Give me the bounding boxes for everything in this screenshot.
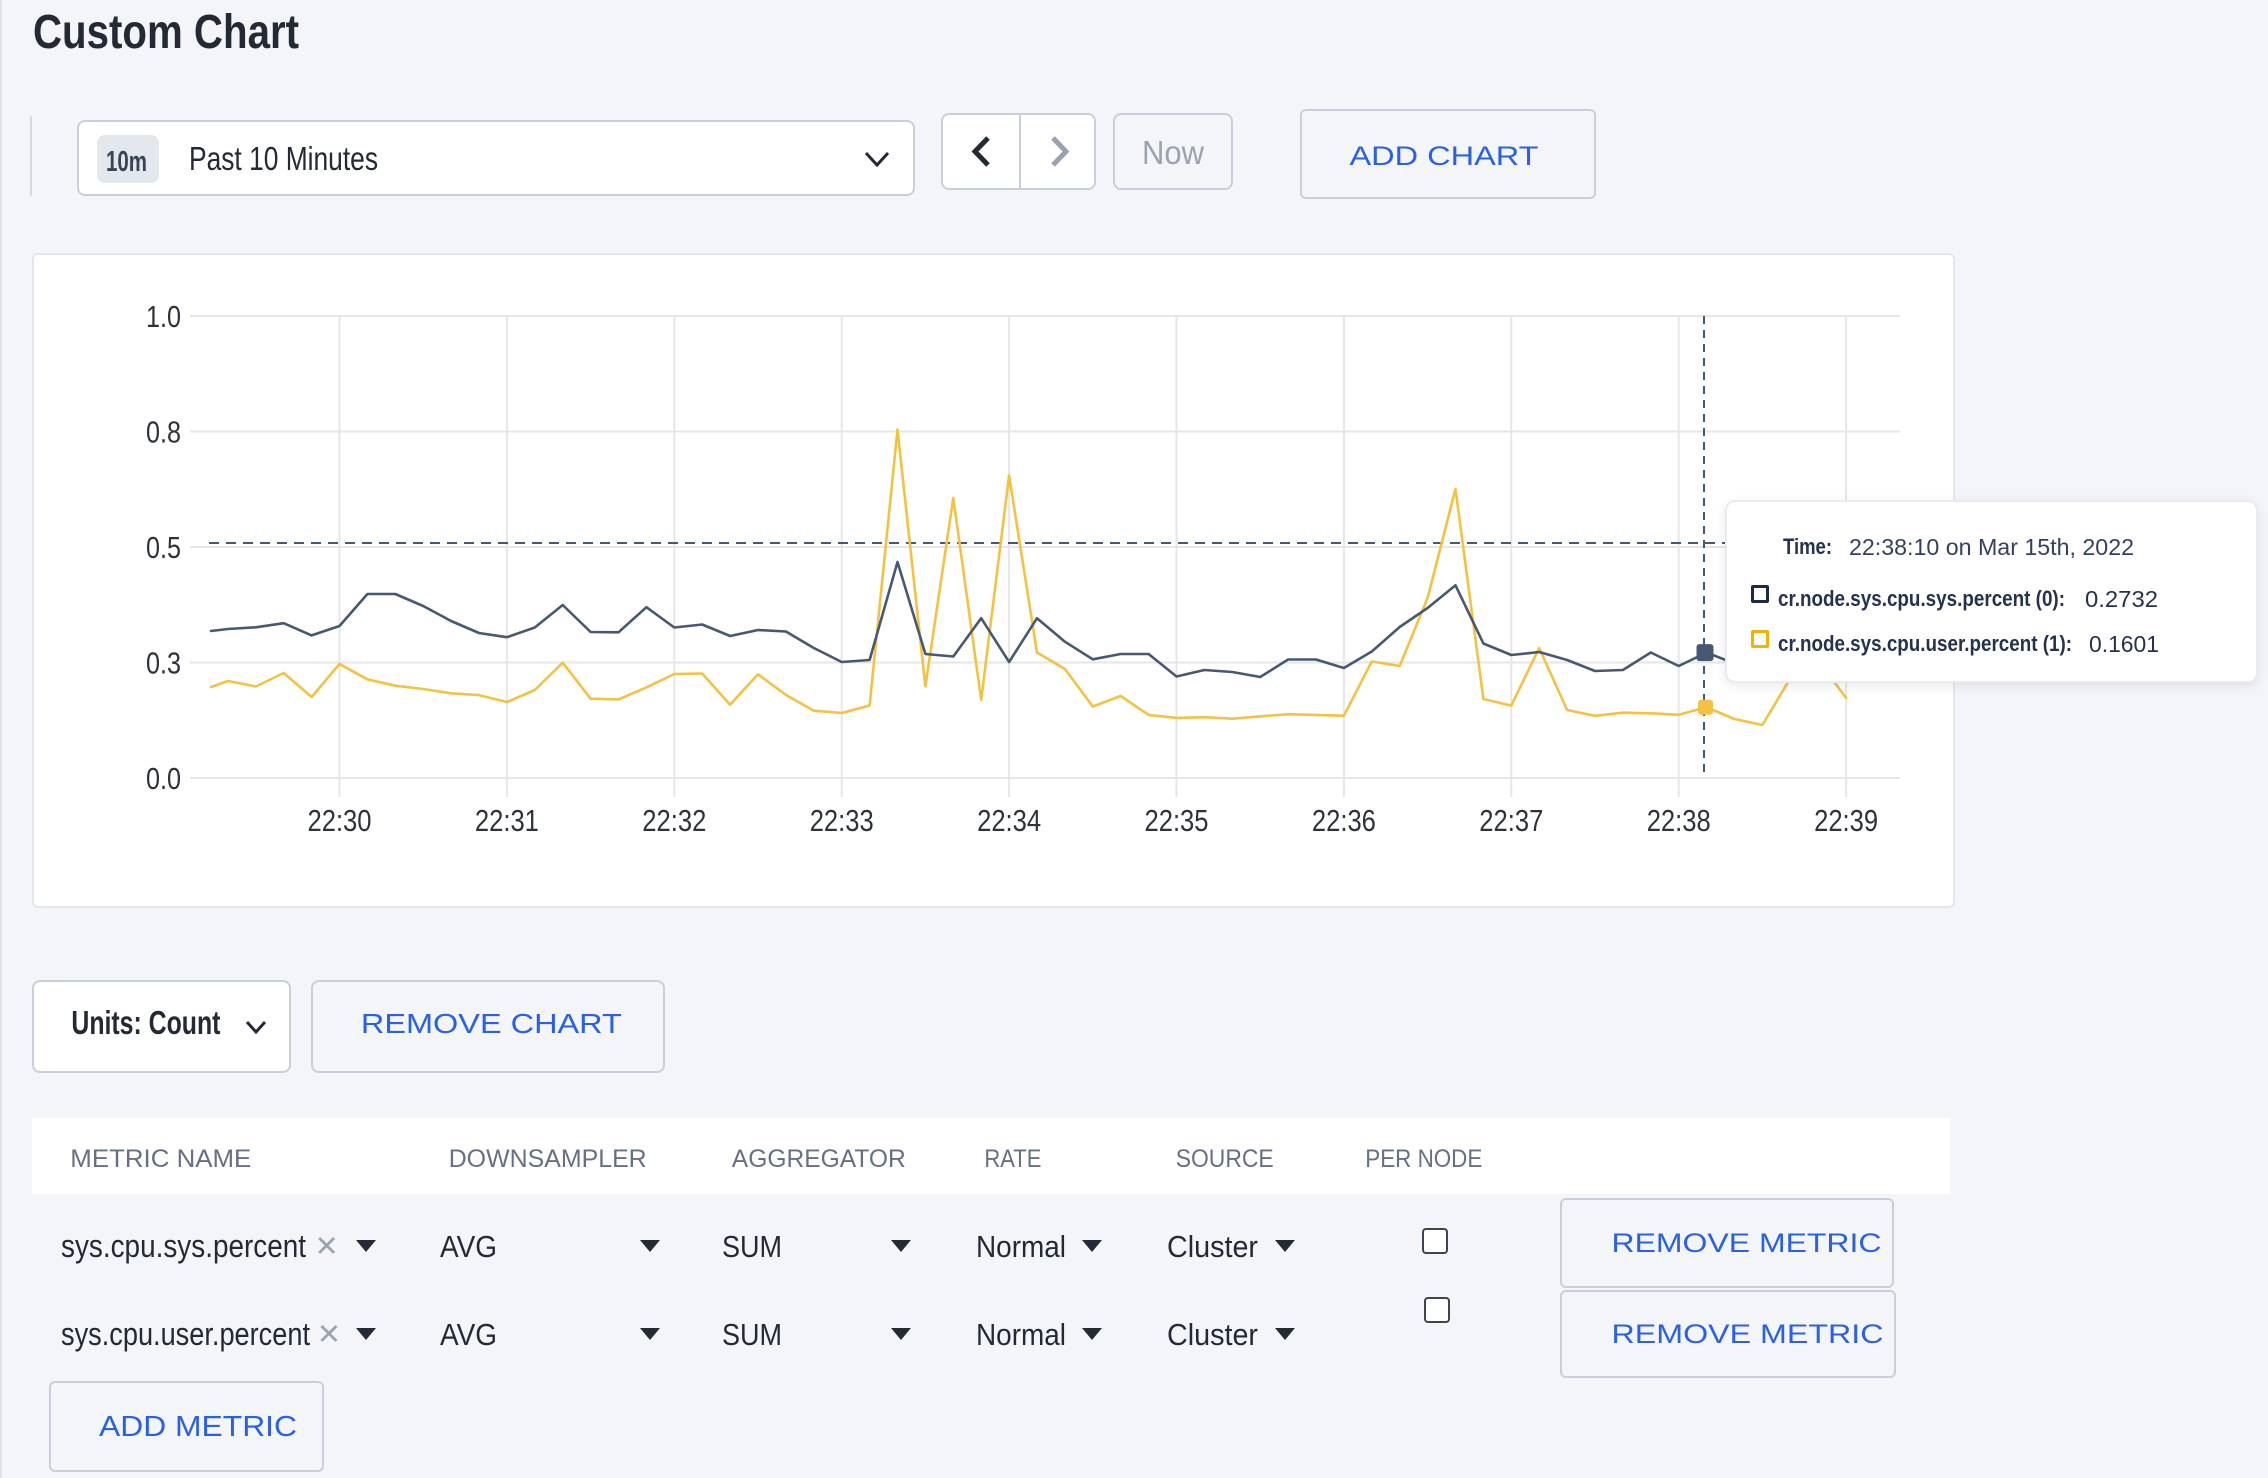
svg-text:22:35: 22:35 — [1145, 803, 1209, 838]
svg-text:sys.cpu.user.percent: sys.cpu.user.percent — [61, 1316, 310, 1352]
svg-text:1.0: 1.0 — [146, 299, 181, 334]
svg-text:0.0: 0.0 — [146, 761, 181, 796]
svg-text:AVG: AVG — [440, 1317, 497, 1352]
svg-text:0.3: 0.3 — [146, 646, 181, 681]
svg-text:Normal: Normal — [976, 1229, 1066, 1264]
svg-text:0.5: 0.5 — [146, 530, 181, 565]
svg-text:22:30: 22:30 — [308, 803, 372, 838]
svg-text:22:37: 22:37 — [1479, 803, 1543, 838]
svg-text:Cluster: Cluster — [1167, 1317, 1258, 1352]
svg-text:22:33: 22:33 — [810, 803, 874, 838]
svg-text:Custom Chart: Custom Chart — [33, 6, 299, 59]
svg-text:SUM: SUM — [722, 1317, 782, 1352]
svg-text:22:31: 22:31 — [475, 803, 539, 838]
svg-text:AVG: AVG — [440, 1229, 497, 1264]
svg-text:22:39: 22:39 — [1814, 803, 1878, 838]
svg-text:Cluster: Cluster — [1167, 1229, 1258, 1264]
svg-text:sys.cpu.sys.percent: sys.cpu.sys.percent — [61, 1228, 306, 1264]
svg-text:Normal: Normal — [976, 1317, 1066, 1352]
svg-text:22:32: 22:32 — [642, 803, 706, 838]
svg-text:22:34: 22:34 — [977, 803, 1041, 838]
svg-text:22:36: 22:36 — [1312, 803, 1376, 838]
svg-text:0.8: 0.8 — [146, 415, 181, 450]
svg-text:SUM: SUM — [722, 1229, 782, 1264]
svg-text:22:38: 22:38 — [1647, 803, 1711, 838]
svg-text:✕: ✕ — [315, 1231, 339, 1263]
svg-text:✕: ✕ — [317, 1319, 341, 1351]
